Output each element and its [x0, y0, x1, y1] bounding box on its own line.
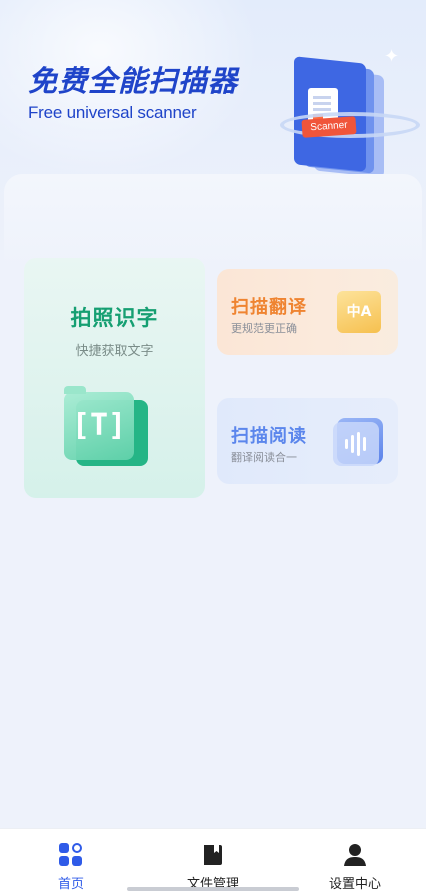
book-icon: [201, 843, 225, 867]
app-title: 免费全能扫描器: [28, 64, 239, 98]
tab-settings-label: 设置中心: [328, 877, 381, 892]
tab-home-label: 首页: [57, 877, 84, 892]
text-scan-glyph: [T]: [71, 408, 127, 443]
read-title: 扫描阅读: [231, 426, 307, 447]
tab-files[interactable]: 文件管理: [142, 829, 284, 893]
home-indicator: [127, 887, 299, 891]
audio-wave-icon: [333, 416, 383, 466]
scanner-illustration: Scanner: [272, 52, 422, 184]
tab-home[interactable]: 首页: [0, 829, 142, 893]
translate-icon: 中A: [333, 287, 381, 335]
scanner-label: Scanner: [301, 116, 357, 138]
ocr-title: 拍照识字: [70, 306, 159, 330]
ocr-feature-card[interactable]: 拍照识字 快捷获取文字 [T]: [24, 258, 205, 498]
translate-subtitle: 更规范更正确: [231, 322, 297, 335]
app-subtitle: Free universal scanner: [28, 103, 197, 122]
read-subtitle: 翻译阅读合一: [231, 451, 297, 464]
ocr-subtitle: 快捷获取文字: [75, 344, 154, 359]
translate-title: 扫描翻译: [231, 297, 307, 318]
tab-settings[interactable]: 设置中心: [284, 829, 426, 893]
user-icon: [343, 843, 367, 867]
translate-glyph: 中A: [346, 304, 372, 320]
translate-feature-card[interactable]: 扫描翻译 更规范更正确 中A: [217, 269, 398, 355]
text-scan-icon: [T]: [64, 386, 150, 470]
read-feature-card[interactable]: 扫描阅读 翻译阅读合一: [217, 398, 398, 484]
bottom-tab-bar: 首页 文件管理 设置中心: [0, 828, 426, 893]
home-grid-icon: [59, 843, 83, 867]
